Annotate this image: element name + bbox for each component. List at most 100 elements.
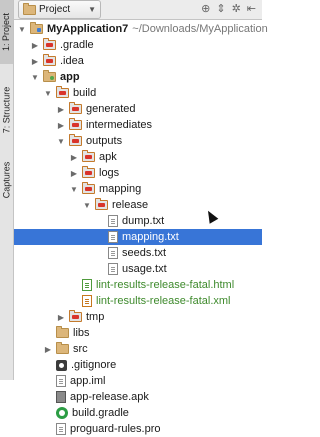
folder-icon: [56, 326, 69, 338]
git-icon: [56, 359, 67, 371]
tree-item[interactable]: ▼ release: [14, 197, 262, 213]
gradle-icon: [56, 407, 68, 419]
tree-item[interactable]: ▶ .idea: [14, 53, 262, 69]
tree-item[interactable]: proguard-rules.pro: [14, 421, 262, 437]
tree-item[interactable]: mapping.txt: [14, 229, 262, 245]
tree-item[interactable]: .gitignore: [14, 357, 262, 373]
tree-item[interactable]: app-release.apk: [14, 389, 262, 405]
collapsed-arrow-icon[interactable]: ▶: [56, 104, 66, 114]
tree-item[interactable]: libs: [14, 325, 262, 341]
file-icon: [108, 247, 118, 259]
sync-icon[interactable]: ⊕: [201, 2, 210, 15]
folder-icon: [43, 38, 56, 50]
file-icon: [108, 231, 118, 243]
collapse-icon[interactable]: ⇕: [216, 2, 225, 15]
folder-icon: [43, 54, 56, 66]
file-icon: [56, 391, 66, 403]
folder-icon: [82, 166, 95, 178]
tab-captures[interactable]: Captures: [0, 150, 13, 210]
folder-icon: [56, 86, 69, 98]
tree-item[interactable]: build.gradle: [14, 405, 262, 421]
collapsed-arrow-icon[interactable]: ▶: [30, 40, 40, 50]
tree-item-label: dump.txt: [122, 215, 165, 227]
tree-item-label: release: [112, 199, 149, 211]
expanded-arrow-icon[interactable]: ▼: [56, 136, 66, 146]
tree-item[interactable]: lint-results-release-fatal.html: [14, 277, 262, 293]
tree-item[interactable]: usage.txt: [14, 261, 262, 277]
collapsed-arrow-icon[interactable]: ▶: [69, 168, 79, 178]
tree-item-label: mapping: [99, 183, 142, 195]
folder-icon: [82, 182, 95, 194]
tree-item-label: lint-results-release-fatal.xml: [96, 295, 231, 307]
view-selector-label: Project: [39, 4, 71, 15]
tree-item[interactable]: ▶ intermediates: [14, 117, 262, 133]
folder-icon: [69, 310, 82, 322]
tree-item[interactable]: ▼ build: [14, 85, 262, 101]
tree-item[interactable]: dump.txt: [14, 213, 262, 229]
folder-icon: [43, 70, 56, 82]
expanded-arrow-icon[interactable]: ▼: [30, 72, 40, 82]
tab-structure[interactable]: 7: Structure: [0, 68, 13, 152]
tree-item-label: outputs: [86, 135, 123, 147]
tree-item[interactable]: ▶ generated: [14, 101, 262, 117]
tree-item-label: .idea: [60, 55, 84, 67]
tab-structure-label: 7: Structure: [1, 86, 12, 134]
tree-item[interactable]: ▶ .gradle: [14, 37, 262, 53]
tree-item-label: mapping.txt: [122, 231, 179, 243]
expanded-arrow-icon[interactable]: ▼: [69, 184, 79, 194]
folder-icon: [82, 150, 95, 162]
tree-item-label: lint-results-release-fatal.html: [96, 279, 235, 291]
collapsed-arrow-icon[interactable]: ▶: [43, 344, 53, 354]
tree-item[interactable]: ▶ logs: [14, 165, 262, 181]
collapsed-arrow-icon[interactable]: ▶: [30, 56, 40, 66]
file-icon: [108, 215, 118, 227]
tree-item[interactable]: ▶ apk: [14, 149, 262, 165]
collapsed-arrow-icon[interactable]: ▶: [56, 312, 66, 322]
tree-item[interactable]: ▼ outputs: [14, 133, 262, 149]
collapsed-arrow-icon[interactable]: ▶: [56, 120, 66, 130]
side-toolbar: 1: Project 7: Structure Captures: [0, 0, 14, 380]
expanded-arrow-icon[interactable]: ▼: [82, 200, 92, 210]
folder-icon: [56, 342, 69, 354]
tab-captures-label: Captures: [1, 161, 12, 199]
tree-item-label: build: [73, 87, 97, 99]
folder-icon: [69, 134, 82, 146]
chevron-down-icon: ▼: [88, 5, 97, 14]
view-selector[interactable]: Project ▼: [18, 0, 102, 19]
tree-item[interactable]: ▼ mapping: [14, 181, 262, 197]
file-icon: [56, 375, 66, 387]
tree-item[interactable]: lint-results-release-fatal.xml: [14, 293, 262, 309]
tree-item[interactable]: ▶ tmp: [14, 309, 262, 325]
project-folder-icon: [23, 2, 36, 15]
tree-item-label: seeds.txt: [122, 247, 167, 259]
file-icon: [56, 423, 66, 435]
tab-project-label: 1: Project: [1, 12, 12, 52]
tree-item[interactable]: ▼ app: [14, 69, 262, 85]
tree-item-label: generated: [86, 103, 136, 115]
tab-project[interactable]: 1: Project: [0, 0, 13, 64]
tree-item-label: apk: [99, 151, 117, 163]
tree-item[interactable]: app.iml: [14, 373, 262, 389]
gear-icon[interactable]: ✲: [232, 2, 241, 15]
tree-item-label: .gradle: [60, 39, 94, 51]
collapsed-arrow-icon[interactable]: ▶: [69, 152, 79, 162]
tree-item[interactable]: ▼ MyApplication7 ~/Downloads/MyApplication: [14, 21, 268, 37]
expanded-arrow-icon[interactable]: ▼: [17, 24, 27, 34]
tree-item[interactable]: seeds.txt: [14, 245, 262, 261]
expanded-arrow-icon[interactable]: ▼: [43, 88, 53, 98]
tree-item-label: logs: [99, 167, 120, 179]
tree-item[interactable]: ▶ src: [14, 341, 262, 357]
folder-icon: [30, 22, 43, 34]
tree-item-label: .gitignore: [71, 359, 117, 371]
hide-icon[interactable]: ⇤: [247, 2, 256, 15]
tree-item-label: proguard-rules.pro: [70, 423, 161, 435]
